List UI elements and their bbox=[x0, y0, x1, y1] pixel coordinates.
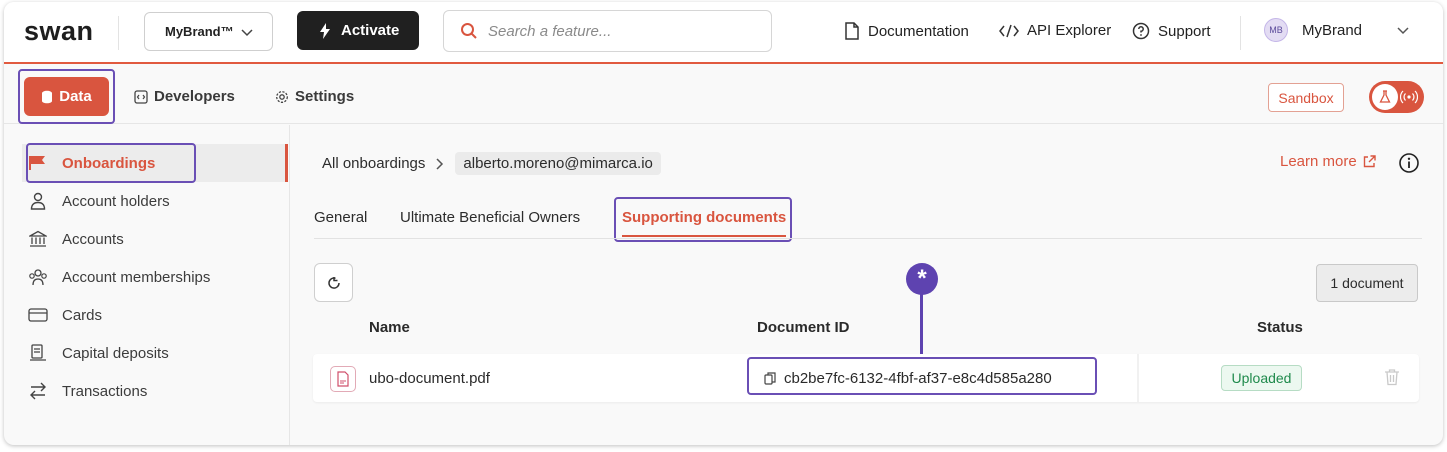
sidebar-item-accounts[interactable]: Accounts bbox=[26, 223, 124, 255]
tab-ultimate-beneficial-owners[interactable]: Ultimate Beneficial Owners bbox=[400, 209, 580, 226]
highlight-box bbox=[747, 357, 1097, 395]
code-icon bbox=[999, 24, 1019, 37]
people-icon bbox=[29, 269, 47, 286]
chevron-down-icon bbox=[1397, 27, 1409, 35]
activate-button[interactable]: Activate bbox=[297, 11, 419, 50]
sidebar: Onboardings Account holders Accounts Acc… bbox=[4, 125, 290, 445]
sandbox-toggle[interactable] bbox=[1369, 81, 1424, 113]
avatar: MB bbox=[1264, 18, 1288, 42]
highlight-box bbox=[18, 69, 115, 124]
deposit-icon bbox=[30, 344, 46, 361]
chevron-right-icon bbox=[436, 157, 444, 170]
document-icon bbox=[845, 22, 859, 40]
documentation-link[interactable]: Documentation bbox=[844, 22, 969, 40]
documentation-label: Documentation bbox=[868, 22, 969, 40]
help-icon bbox=[1132, 22, 1150, 40]
column-header-name: Name bbox=[369, 319, 410, 336]
sidebar-item-label: Transactions bbox=[62, 382, 148, 400]
divider bbox=[118, 16, 119, 50]
brand-select-label: MyBrand™ bbox=[165, 24, 234, 39]
sidebar-item-label: Account holders bbox=[62, 192, 170, 210]
nav-settings-label: Settings bbox=[295, 88, 355, 105]
refresh-button[interactable] bbox=[314, 263, 353, 302]
user-name: MyBrand bbox=[1302, 21, 1363, 39]
annotation-marker: * bbox=[906, 263, 938, 295]
trash-icon[interactable] bbox=[1384, 368, 1400, 386]
toggle-knob bbox=[1372, 84, 1398, 110]
search-icon bbox=[461, 23, 477, 39]
highlight-box bbox=[26, 143, 196, 183]
api-explorer-label: API Explorer bbox=[1027, 22, 1112, 39]
brand-select[interactable]: MyBrand™ bbox=[144, 12, 273, 51]
user-menu[interactable]: MB MyBrand bbox=[1264, 18, 1410, 42]
sidebar-item-label: Cards bbox=[62, 306, 103, 324]
search-box[interactable] bbox=[443, 10, 772, 52]
learn-more-label: Learn more bbox=[1280, 153, 1357, 170]
api-explorer-link[interactable]: API Explorer bbox=[999, 22, 1111, 39]
gear-icon bbox=[276, 90, 288, 103]
sandbox-badge: Sandbox bbox=[1268, 83, 1344, 112]
column-header-document-id: Document ID bbox=[757, 319, 850, 336]
external-link-icon bbox=[1363, 155, 1376, 168]
sidebar-item-label: Account memberships bbox=[62, 268, 211, 286]
learn-more-link[interactable]: Learn more bbox=[1280, 153, 1376, 170]
sidebar-item-cards[interactable]: Cards bbox=[26, 299, 102, 331]
bank-icon bbox=[29, 230, 47, 247]
section-nav: Data Developers Settings Sandbox bbox=[4, 64, 1443, 124]
breadcrumb-current: alberto.moreno@mimarca.io bbox=[455, 152, 661, 175]
nav-settings[interactable]: Settings bbox=[275, 88, 354, 105]
status-badge: Uploaded bbox=[1221, 365, 1302, 391]
sidebar-item-transactions[interactable]: Transactions bbox=[26, 375, 147, 407]
broadcast-icon bbox=[1400, 90, 1418, 104]
pdf-file-icon bbox=[330, 366, 356, 392]
top-bar: swan MyBrand™ Activate Documentation API… bbox=[4, 2, 1443, 64]
info-icon[interactable] bbox=[1398, 152, 1420, 174]
highlight-box bbox=[614, 197, 792, 242]
sidebar-item-capital-deposits[interactable]: Capital deposits bbox=[26, 337, 169, 369]
swan-logo[interactable]: swan bbox=[24, 16, 94, 47]
divider bbox=[1240, 16, 1241, 50]
code-file-icon bbox=[134, 89, 148, 104]
sidebar-item-label: Capital deposits bbox=[62, 344, 169, 362]
transfer-arrows-icon bbox=[30, 382, 46, 400]
nav-developers-label: Developers bbox=[154, 88, 235, 105]
chevron-down-icon bbox=[241, 29, 253, 37]
user-icon bbox=[30, 192, 46, 210]
sidebar-item-account-memberships[interactable]: Account memberships bbox=[26, 261, 210, 293]
tab-general[interactable]: General bbox=[314, 209, 367, 226]
file-name: ubo-document.pdf bbox=[369, 370, 490, 387]
bolt-icon bbox=[320, 22, 330, 39]
nav-developers[interactable]: Developers bbox=[134, 88, 235, 105]
support-label: Support bbox=[1158, 22, 1211, 40]
sidebar-item-label: Accounts bbox=[62, 230, 124, 248]
annotation-line bbox=[920, 294, 923, 354]
activate-label: Activate bbox=[341, 22, 400, 39]
column-header-status: Status bbox=[1257, 319, 1303, 336]
document-count-button[interactable]: 1 document bbox=[1316, 264, 1418, 302]
app-window: swan MyBrand™ Activate Documentation API… bbox=[4, 2, 1443, 445]
breadcrumb-root[interactable]: All onboardings bbox=[322, 155, 425, 172]
refresh-icon bbox=[327, 276, 340, 289]
sidebar-item-account-holders[interactable]: Account holders bbox=[26, 185, 170, 217]
flask-icon bbox=[1379, 90, 1391, 103]
tabs-divider bbox=[314, 238, 1422, 239]
search-input[interactable] bbox=[488, 22, 748, 40]
breadcrumb: All onboardings alberto.moreno@mimarca.i… bbox=[322, 152, 661, 175]
column-divider bbox=[1137, 354, 1139, 402]
card-icon bbox=[28, 308, 48, 322]
support-link[interactable]: Support bbox=[1132, 22, 1211, 40]
